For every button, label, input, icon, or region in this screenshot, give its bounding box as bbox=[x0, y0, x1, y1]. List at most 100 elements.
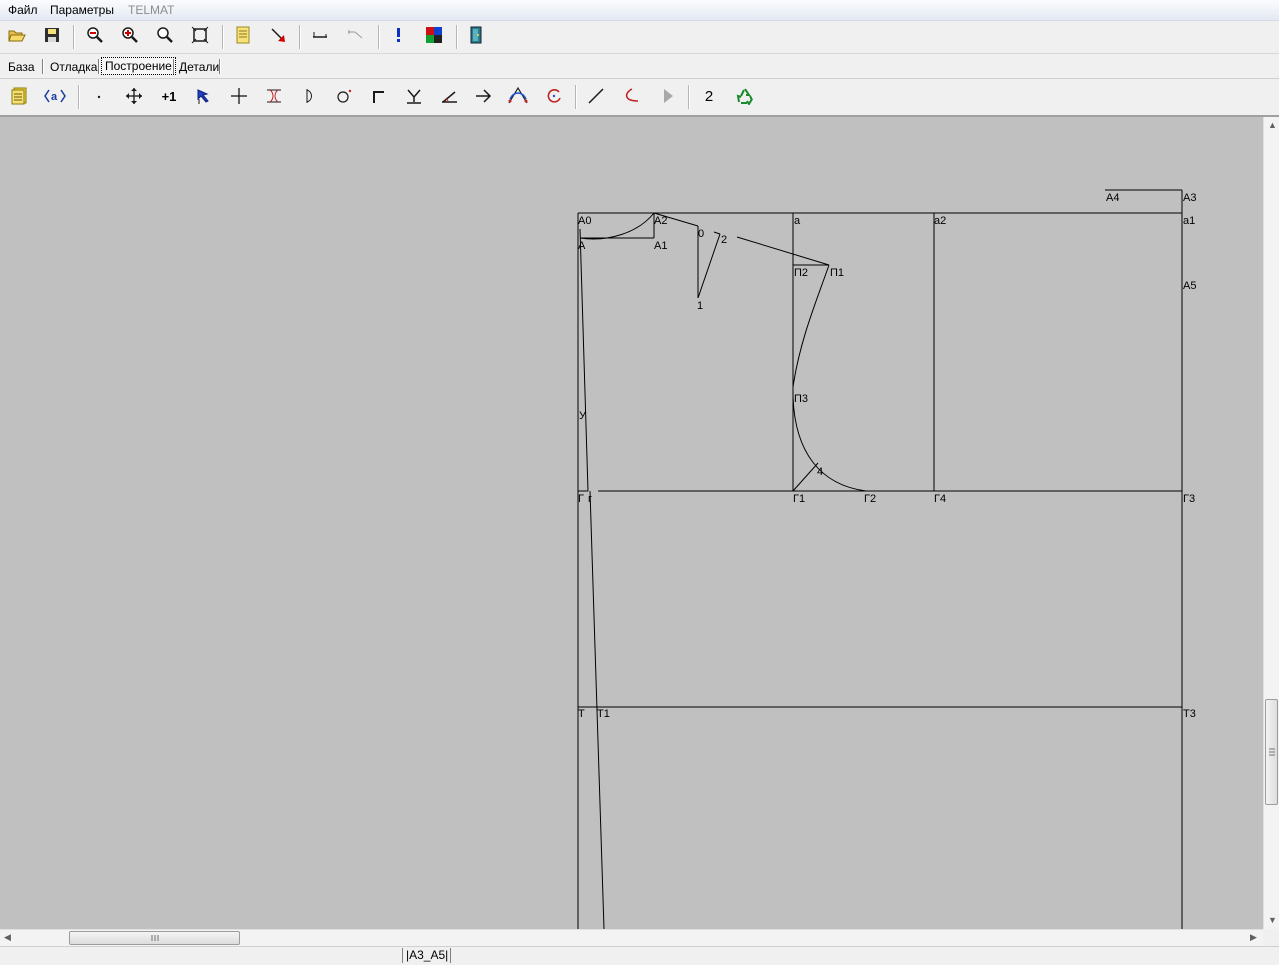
plus-one-button[interactable]: +1 bbox=[157, 84, 181, 108]
vertical-scroll-thumb[interactable] bbox=[1265, 699, 1278, 805]
red-arc-icon bbox=[547, 89, 561, 103]
drawing-canvas[interactable]: A4 A3 A0 A2 a a2 a1 A A1 0 2 П2 П1 A5 1 … bbox=[0, 117, 1263, 929]
toolbar-separator bbox=[378, 25, 380, 49]
toolbar-separator bbox=[73, 25, 75, 49]
triangle-curve-icon bbox=[508, 86, 528, 104]
open-folder-button[interactable] bbox=[5, 23, 29, 47]
move-tool-button[interactable] bbox=[122, 84, 146, 108]
label-a4: A4 bbox=[1106, 192, 1119, 204]
tab-separator bbox=[42, 59, 44, 74]
pattern-drawing[interactable]: A4 A3 A0 A2 a a2 a1 A A1 0 2 П2 П1 A5 1 … bbox=[0, 117, 1263, 929]
label-a3: A3 bbox=[1183, 192, 1196, 204]
zoom-in-button[interactable] bbox=[118, 23, 142, 47]
zoom-out-icon bbox=[87, 27, 103, 43]
corner-tool-button[interactable] bbox=[366, 84, 390, 108]
line-tool-button[interactable] bbox=[584, 84, 608, 108]
measure-button[interactable] bbox=[308, 23, 332, 47]
grip-icon bbox=[151, 935, 159, 941]
open-folder-icon bbox=[8, 30, 26, 42]
ruler-icon bbox=[313, 32, 327, 38]
circle-arc-tool-button[interactable] bbox=[542, 84, 566, 108]
curve-tool-button[interactable] bbox=[619, 84, 643, 108]
armhole-lower[interactable] bbox=[792, 396, 867, 492]
tab-debug[interactable]: Отладка bbox=[47, 60, 100, 74]
ruler-disabled-icon bbox=[348, 30, 363, 39]
document-button[interactable] bbox=[231, 23, 255, 47]
tab-base[interactable]: База bbox=[5, 60, 38, 74]
fit-window-icon bbox=[191, 26, 209, 44]
recycle-icon bbox=[736, 88, 753, 105]
grip-icon bbox=[1269, 748, 1275, 756]
arc-tool-button[interactable] bbox=[297, 84, 321, 108]
label-g3: Г3 bbox=[1183, 493, 1195, 505]
label-g1: Г1 bbox=[793, 493, 805, 505]
label-g2: Г2 bbox=[864, 493, 876, 505]
save-button[interactable] bbox=[40, 23, 64, 47]
pattern-lines bbox=[577, 189, 1183, 929]
label-1: 1 bbox=[697, 300, 703, 312]
count-button[interactable]: 2 bbox=[697, 84, 721, 108]
info-button[interactable] bbox=[387, 23, 411, 47]
angle-tool-button[interactable] bbox=[437, 84, 461, 108]
label-a1-small: a1 bbox=[1183, 215, 1195, 227]
menu-telmat: TELMAT bbox=[128, 3, 175, 17]
recycle-button[interactable] bbox=[733, 84, 757, 108]
exit-button[interactable] bbox=[464, 23, 488, 47]
label-p3: П3 bbox=[794, 393, 808, 405]
label-p1: П1 bbox=[830, 267, 844, 279]
zoom-out-button[interactable] bbox=[83, 23, 107, 47]
label-a-point: A bbox=[578, 240, 586, 252]
zoom-button[interactable] bbox=[153, 23, 177, 47]
construction-toolbar: a +1 2 bbox=[0, 79, 1279, 117]
tab-construction[interactable]: Построение bbox=[101, 57, 176, 75]
toolbar-separator bbox=[222, 25, 224, 49]
red-arrow-icon bbox=[271, 28, 285, 42]
triangle-curve-tool-button[interactable] bbox=[506, 84, 530, 108]
menu-parameters[interactable]: Параметры bbox=[50, 3, 114, 17]
tab-details[interactable]: Детали bbox=[176, 60, 222, 74]
vertical-scrollbar[interactable]: ▲ ▼ bbox=[1263, 117, 1279, 929]
play-button[interactable] bbox=[656, 84, 680, 108]
direction-tool-button[interactable] bbox=[471, 84, 495, 108]
toolbar-separator bbox=[688, 85, 690, 109]
pointer-tool-button[interactable] bbox=[266, 23, 290, 47]
tab-separator bbox=[173, 59, 175, 74]
status-selection: |A3_A5| bbox=[402, 948, 452, 963]
cross-tool-button[interactable] bbox=[227, 84, 251, 108]
scroll-right-icon[interactable]: ▶ bbox=[1250, 932, 1257, 943]
menu-file[interactable]: Файл bbox=[8, 3, 38, 17]
armhole-upper[interactable] bbox=[792, 264, 830, 388]
half-arc-icon bbox=[306, 89, 312, 103]
line-2-p1[interactable] bbox=[736, 236, 830, 266]
horizontal-scrollbar[interactable]: ◀ ▶ bbox=[0, 929, 1263, 947]
symmetry-tool-button[interactable] bbox=[262, 84, 286, 108]
scroll-left-icon[interactable]: ◀ bbox=[4, 932, 11, 943]
variable-button[interactable]: a bbox=[43, 84, 67, 108]
horizontal-scroll-thumb[interactable] bbox=[69, 931, 240, 945]
scrollbar-corner bbox=[1263, 929, 1279, 946]
zoom-fit-button[interactable] bbox=[188, 23, 212, 47]
notes-button[interactable] bbox=[8, 84, 32, 108]
tab-separator bbox=[219, 59, 221, 74]
document-icon bbox=[236, 26, 250, 44]
line-g1-4[interactable] bbox=[792, 462, 819, 492]
dart-top[interactable] bbox=[713, 231, 721, 235]
perpendicular-icon bbox=[407, 89, 421, 104]
scroll-down-icon[interactable]: ▼ bbox=[1268, 915, 1277, 925]
perpendicular-tool-button[interactable] bbox=[402, 84, 426, 108]
dart-right[interactable] bbox=[697, 233, 721, 299]
label-a: a bbox=[794, 215, 801, 227]
point-tool-button[interactable] bbox=[87, 84, 111, 108]
notes-icon bbox=[11, 87, 27, 105]
toolbar-separator bbox=[299, 25, 301, 49]
label-g: Г bbox=[578, 493, 584, 505]
svg-text:a: a bbox=[51, 91, 58, 103]
label-a2: A2 bbox=[654, 215, 667, 227]
scroll-up-icon[interactable]: ▲ bbox=[1268, 120, 1277, 130]
zoom-in-icon bbox=[122, 27, 138, 43]
select-points-button[interactable] bbox=[192, 84, 216, 108]
line-a-g[interactable] bbox=[579, 228, 589, 492]
measure-disabled-button[interactable] bbox=[343, 23, 367, 47]
palette-button[interactable] bbox=[422, 23, 446, 47]
circle-point-tool-button[interactable] bbox=[332, 84, 356, 108]
